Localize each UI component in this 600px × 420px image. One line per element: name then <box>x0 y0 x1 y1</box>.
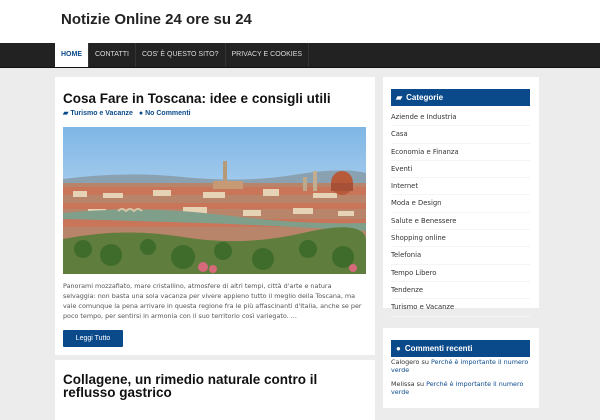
folder-icon: ▰ <box>396 93 403 102</box>
comment-author[interactable]: Melissa <box>391 380 415 388</box>
nav-item-contatti[interactable]: CONTATTI <box>89 43 136 67</box>
category-link[interactable]: Salute e Benessere <box>391 213 530 231</box>
category-link[interactable]: Eventi <box>391 161 530 179</box>
category-link[interactable]: Casa <box>391 126 530 144</box>
category-link[interactable]: Moda e Design <box>391 195 530 213</box>
site-title[interactable]: Notizie Online 24 ore su 24 <box>61 11 252 28</box>
post-excerpt: Panorami mozzafiato, mare cristallino, a… <box>63 282 362 320</box>
widget-title: ▰ Categorie <box>391 89 530 106</box>
post-card: Cosa Fare in Toscana: idee e consigli ut… <box>55 77 375 355</box>
category-link[interactable]: Telefonia <box>391 247 530 265</box>
widget-title-text: Commenti recenti <box>404 344 473 353</box>
nav-item-home[interactable]: HOME <box>55 43 89 67</box>
florence-panorama-image <box>63 127 366 274</box>
post-title[interactable]: Cosa Fare in Toscana: idee e consigli ut… <box>63 92 331 106</box>
category-link[interactable]: Economia e Finanza <box>391 144 530 161</box>
category-link[interactable]: Turismo e Vacanze <box>391 299 530 317</box>
categories-widget: ▰ Categorie Aziende e Industria Casa Econ… <box>383 77 539 317</box>
site-header: Notizie Online 24 ore su 24 <box>0 0 600 43</box>
post-comments-link[interactable]: No Commenti <box>145 110 191 117</box>
recent-comments-widget: ● Commenti recenti Calogero su Perché è i… <box>383 328 539 408</box>
read-more-button[interactable]: Leggi Tutto <box>63 330 123 347</box>
comment-separator: su <box>421 358 429 366</box>
post-title[interactable]: Collagene, un rimedio naturale contro il… <box>63 373 373 400</box>
recent-comments-list: Calogero su Perché è importante il numer… <box>391 358 530 402</box>
recent-comment-item: Melissa su Perché è importante il numero… <box>391 380 530 396</box>
folder-icon: ▰ <box>63 110 69 117</box>
category-link[interactable]: Tempo Libero <box>391 265 530 282</box>
post-category-link[interactable]: Turismo e Vacanze <box>70 110 133 117</box>
nav-item-privacy[interactable]: PRIVACY E COOKIES <box>226 43 310 67</box>
category-link[interactable]: Aziende e Industria <box>391 109 530 127</box>
comment-separator: su <box>416 380 425 388</box>
widget-title: ● Commenti recenti <box>391 340 530 357</box>
post-card: Collagene, un rimedio naturale contro il… <box>55 360 375 420</box>
nav-item-about[interactable]: COS' È QUESTO SITO? <box>136 43 226 67</box>
category-link[interactable]: Internet <box>391 178 530 196</box>
nav-menu: HOME CONTATTI COS' È QUESTO SITO? PRIVAC… <box>55 43 310 67</box>
comment-author[interactable]: Calogero <box>391 358 419 366</box>
comment-icon: ● <box>138 110 144 117</box>
featured-image-florence[interactable] <box>63 127 366 274</box>
comment-icon: ● <box>396 344 401 353</box>
category-link[interactable]: Tendenze <box>391 282 530 300</box>
post-meta: ▰ Turismo e Vacanze ● No Commenti <box>63 109 191 117</box>
category-list: Aziende e Industria Casa Economia e Fina… <box>391 109 530 317</box>
category-link[interactable]: Shopping online <box>391 230 530 248</box>
main-navigation: HOME CONTATTI COS' È QUESTO SITO? PRIVAC… <box>0 43 600 68</box>
widget-title-text: Categorie <box>406 93 444 102</box>
recent-comment-item: Calogero su Perché è importante il numer… <box>391 358 530 374</box>
